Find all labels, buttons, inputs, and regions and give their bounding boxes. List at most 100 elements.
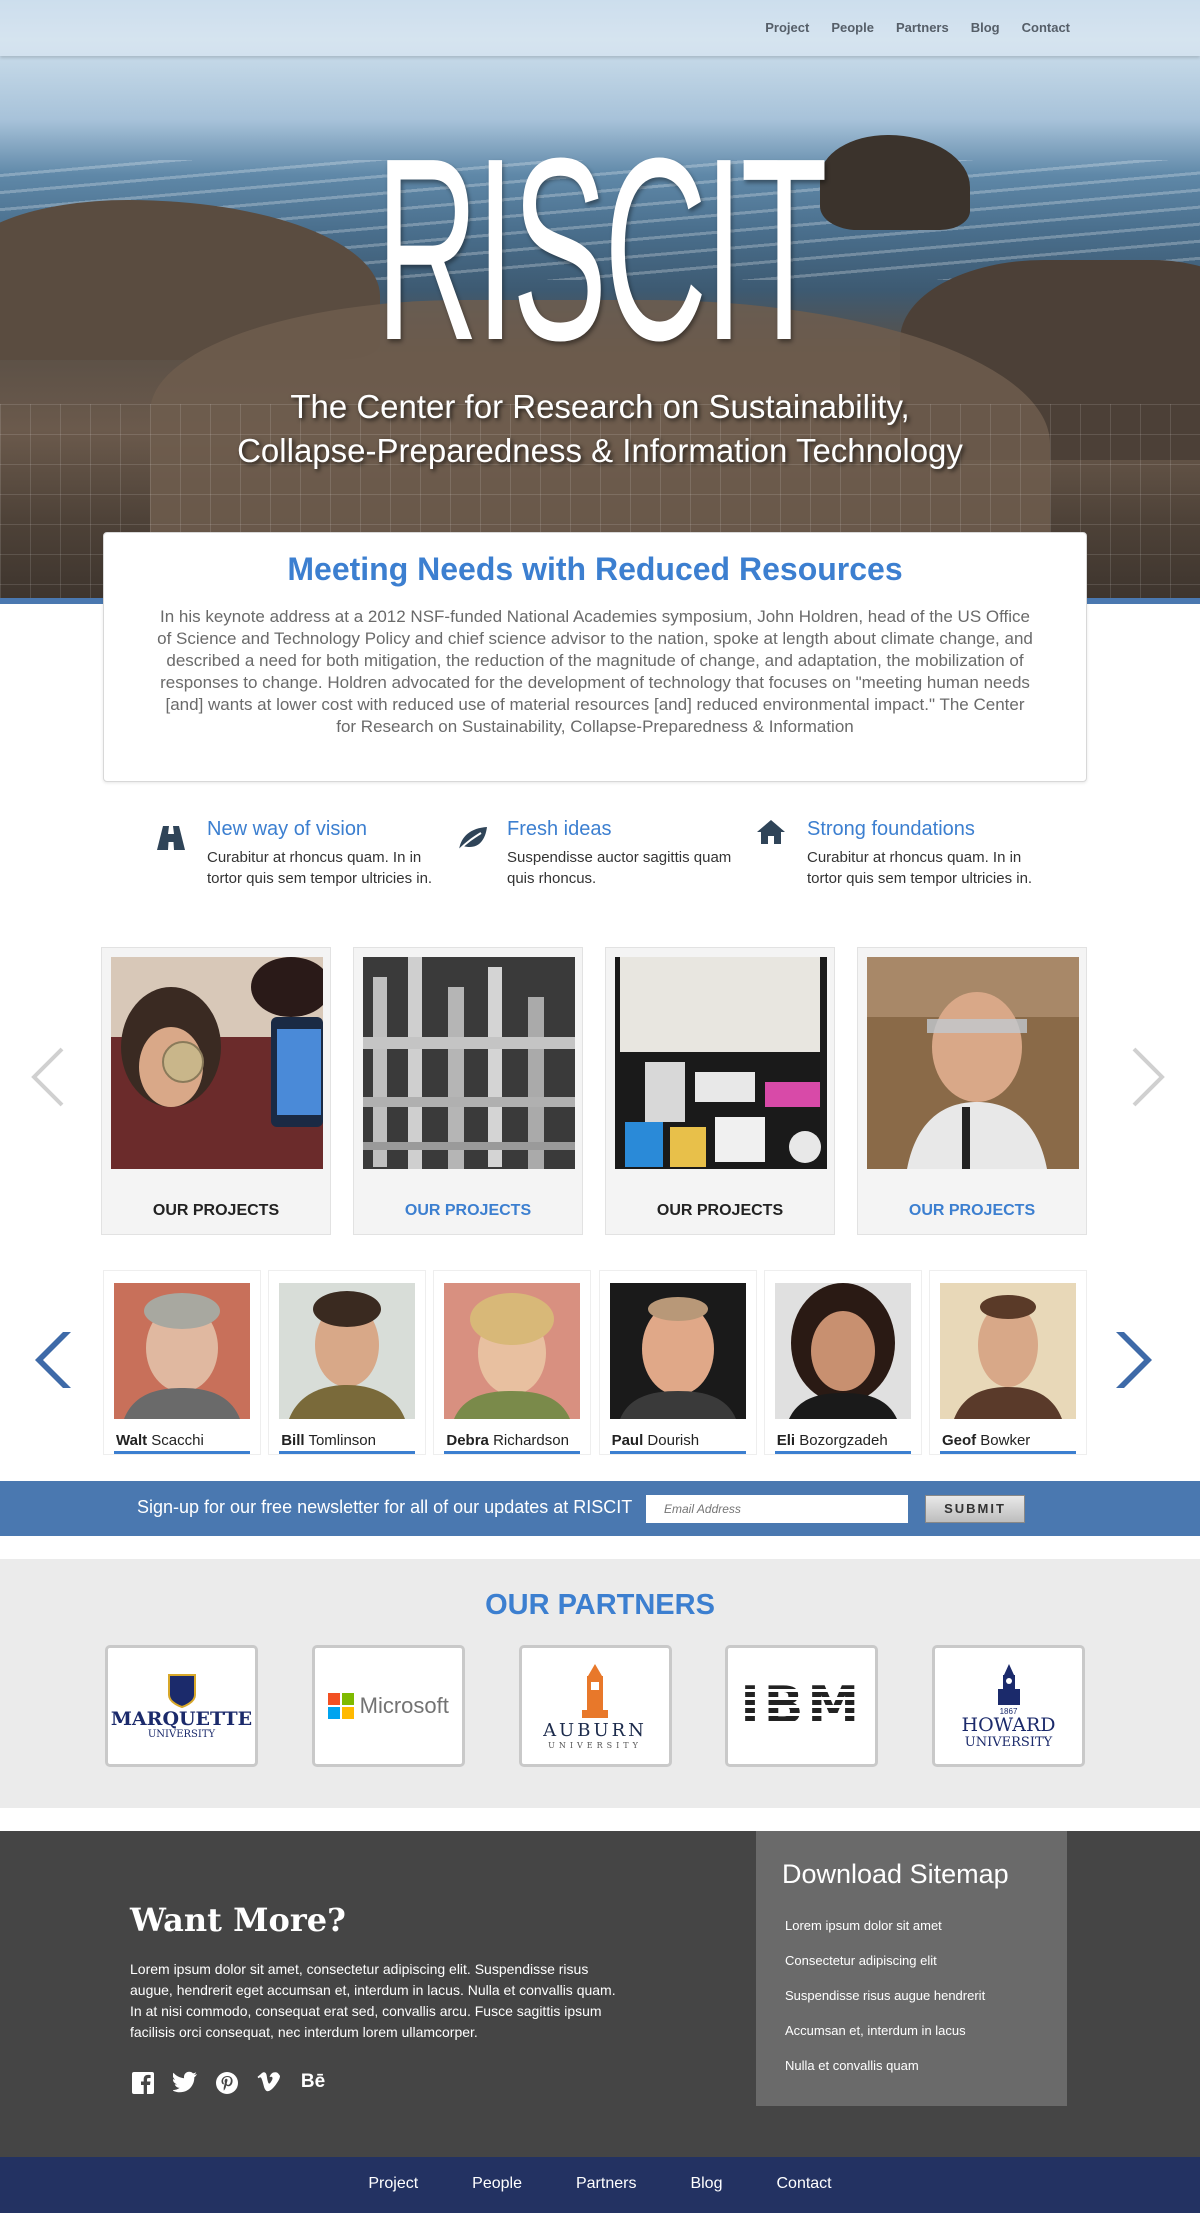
sitemap-list: Lorem ipsum dolor sit amet Consectetur a… [782, 1908, 1041, 2083]
email-field[interactable] [646, 1495, 908, 1523]
behance-icon[interactable]: Bē [298, 2071, 328, 2101]
person-name: Paul Dourish [609, 1432, 746, 1454]
feature-text: Curabitur at rhoncus quam. In in tortor … [807, 849, 1033, 887]
sitemap-link[interactable]: Suspendisse risus augue hendrerit [782, 1978, 1041, 2013]
person-card[interactable]: Debra Richardson [433, 1270, 592, 1455]
person-card[interactable]: Walt Scacchi [103, 1270, 261, 1455]
microsoft-windows-icon [327, 1693, 354, 1719]
sitemap-link[interactable]: Nulla et convallis quam [782, 2048, 1041, 2083]
partner-auburn-sub: UNIVERSITY [548, 1741, 642, 1750]
top-nav-people[interactable]: People [831, 20, 874, 35]
newsletter-text: Sign-up for our free newsletter for all … [137, 1497, 633, 1517]
avatar [279, 1283, 416, 1419]
project-card[interactable]: OUR PROJECTS [857, 947, 1087, 1235]
road-icon [155, 818, 207, 889]
feature-text: Curabitur at rhoncus quam. In in tortor … [207, 849, 433, 887]
partner-auburn[interactable]: AUBURN UNIVERSITY [518, 1645, 672, 1767]
top-nav-partners[interactable]: Partners [896, 20, 949, 35]
partner-microsoft[interactable]: Microsoft [311, 1645, 465, 1767]
bottom-nav-project[interactable]: Project [368, 2175, 418, 2192]
sitemap-link[interactable]: Accumsan et, interdum in lacus [782, 2013, 1041, 2048]
footer-body: Lorem ipsum dolor sit amet, consectetur … [130, 1961, 616, 2040]
pinterest-icon[interactable] [214, 2071, 240, 2101]
leaf-icon [455, 818, 507, 889]
avatar [444, 1283, 581, 1419]
site-logo-text: RISCIT [375, 105, 828, 395]
top-nav-project[interactable]: Project [765, 20, 809, 35]
hero-tagline-line2: Collapse-Preparedness & Information Tech… [237, 432, 963, 469]
project-label: OUR PROJECTS [404, 1202, 532, 1219]
person-name: Walt Scacchi [114, 1432, 250, 1454]
vimeo-icon[interactable] [256, 2071, 282, 2101]
projects-prev-arrow-icon[interactable] [28, 1040, 68, 1120]
project-label: OUR PROJECTS [656, 1202, 784, 1219]
twitter-icon[interactable] [172, 2071, 198, 2101]
partner-ibm[interactable]: IBM [725, 1645, 879, 1767]
sitemap-panel: Download Sitemap Lorem ipsum dolor sit a… [756, 1831, 1067, 2106]
feature-item: New way of vision Curabitur at rhoncus q… [155, 818, 455, 889]
projects-next-arrow-icon[interactable] [1128, 1040, 1168, 1120]
feature-title: Strong foundations [807, 818, 975, 840]
partner-howard-sub: UNIVERSITY [964, 1734, 1053, 1750]
bottom-nav: Project People Partners Blog Contact [0, 2157, 1200, 2213]
newsletter-bar: Sign-up for our free newsletter for all … [0, 1481, 1200, 1536]
partner-ibm-name: IBM [740, 1676, 864, 1736]
person-card[interactable]: Bill Tomlinson [268, 1270, 427, 1455]
feature-title: Fresh ideas [507, 818, 612, 840]
projects-carousel: OUR PROJECTS OUR PROJECTS OUR PROJECTS O… [101, 947, 1087, 1235]
bottom-nav-blog[interactable]: Blog [690, 2175, 722, 2192]
facebook-icon[interactable] [130, 2071, 156, 2101]
project-image [867, 957, 1079, 1169]
partner-howard[interactable]: 1867 HOWARD UNIVERSITY [932, 1645, 1085, 1767]
sitemap-link[interactable]: Lorem ipsum dolor sit amet [782, 1908, 1041, 1943]
project-card[interactable]: OUR PROJECTS [101, 947, 331, 1235]
features-row: New way of vision Curabitur at rhoncus q… [155, 818, 1055, 889]
partner-microsoft-name: Microsoft [359, 1693, 449, 1718]
feature-title: New way of vision [207, 818, 368, 840]
person-name: Eli Bozorgzadeh [774, 1432, 911, 1454]
people-carousel: Walt Scacchi Bill Tomlinson Debra Richar… [103, 1270, 1087, 1455]
project-image [111, 957, 331, 1169]
person-name: Geof Bowker [939, 1432, 1076, 1454]
sitemap-link[interactable]: Consectetur adipiscing elit [782, 1943, 1041, 1978]
hero-tagline-line1: The Center for Research on Sustainabilit… [290, 388, 910, 425]
top-nav-contact[interactable]: Contact [1022, 20, 1070, 35]
footer: Want More? Lorem ipsum dolor sit amet, c… [0, 1831, 1200, 2157]
partner-marquette-name: MARQUETTE [110, 1707, 253, 1730]
home-icon [755, 818, 807, 889]
person-card[interactable]: Eli Bozorgzadeh [763, 1270, 922, 1455]
project-image [615, 957, 827, 1169]
footer-title: Want More? [130, 1901, 346, 1939]
hero-tagline: The Center for Research on Sustainabilit… [0, 385, 1200, 473]
avatar [774, 1283, 911, 1419]
top-nav-blog[interactable]: Blog [971, 20, 1000, 35]
avatar [939, 1283, 1076, 1419]
project-image [363, 957, 575, 1169]
top-nav: Project People Partners Blog Contact [0, 0, 1200, 56]
sitemap-title[interactable]: Download Sitemap [782, 1859, 1041, 1890]
project-card[interactable]: OUR PROJECTS [605, 947, 835, 1235]
person-card[interactable]: Geof Bowker [928, 1270, 1087, 1455]
people-prev-arrow-icon[interactable] [33, 1330, 73, 1390]
partners-logos: MARQUETTE UNIVERSITY Microsoft AUBURN UN… [105, 1645, 1085, 1767]
submit-button[interactable]: SUBMIT [925, 1495, 1025, 1523]
partner-marquette[interactable]: MARQUETTE UNIVERSITY [105, 1645, 258, 1767]
social-links: Bē [130, 2071, 328, 2101]
people-next-arrow-icon[interactable] [1114, 1330, 1154, 1390]
bottom-nav-contact[interactable]: Contact [776, 2175, 831, 2192]
intro-title: Meeting Needs with Reduced Resources [287, 551, 903, 587]
howard-tower-icon [997, 1663, 1020, 1705]
partner-marquette-sub: UNIVERSITY [147, 1728, 216, 1740]
project-card[interactable]: OUR PROJECTS [353, 947, 583, 1235]
avatar [114, 1283, 250, 1419]
marquette-shield-icon [167, 1673, 196, 1708]
feature-text: Suspendisse auctor sagittis quam quis rh… [507, 849, 732, 887]
hero-banner: Project People Partners Blog Contact RIS… [0, 0, 1200, 604]
bottom-nav-partners[interactable]: Partners [576, 2175, 636, 2192]
person-name: Bill Tomlinson [279, 1432, 416, 1454]
partner-auburn-name: AUBURN [543, 1720, 647, 1741]
person-card[interactable]: Paul Dourish [598, 1270, 757, 1455]
bottom-nav-people[interactable]: People [472, 2175, 522, 2192]
person-name: Debra Richardson [444, 1432, 581, 1454]
project-label: OUR PROJECTS [152, 1202, 280, 1219]
